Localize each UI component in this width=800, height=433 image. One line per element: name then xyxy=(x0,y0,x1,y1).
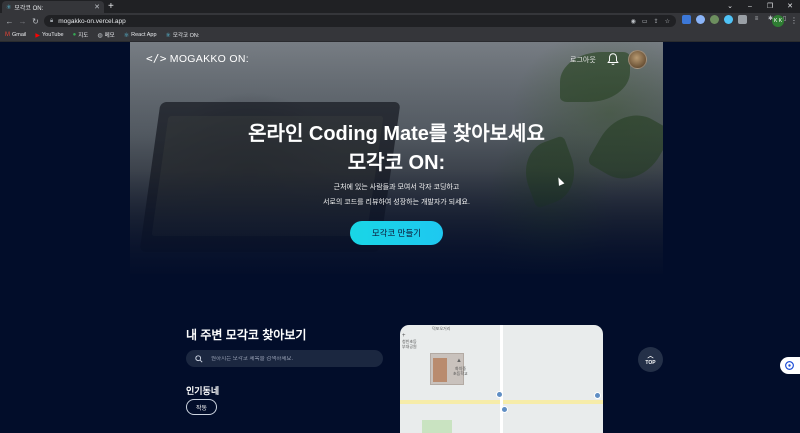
lock-icon[interactable]: 🔒︎ xyxy=(50,18,53,25)
bookmarks-bar: M Gmail ▶ YouTube ● 지도 ◍ 메모 ⚛ React App ⚛ 모각코 ON: xyxy=(0,29,800,42)
profile-avatar[interactable]: K K xyxy=(772,15,784,27)
bookmark-label: Gmail xyxy=(12,32,27,38)
section-title: 내 주변 모각코 찾아보기 xyxy=(186,328,307,342)
hero-subtitle: 근처에 있는 사람들과 모여서 각자 코딩하고 xyxy=(333,184,460,191)
extension-icon[interactable] xyxy=(682,15,691,24)
extension-icon[interactable] xyxy=(738,15,747,24)
map-park xyxy=(422,420,452,433)
search-bar[interactable] xyxy=(186,350,383,367)
browser-toolbar: ← → ↻ 🔒︎ mogakko-on.vercel.app ◉ ▭ ⇪ ☆ ≡… xyxy=(0,13,800,29)
chat-widget[interactable] xyxy=(780,357,800,374)
logo[interactable]: </> MOGAKKO ON: xyxy=(146,52,249,65)
bookmark-label: 지도 xyxy=(78,33,89,39)
reload-icon[interactable]: ↻ xyxy=(29,17,42,26)
bus-stop-icon[interactable] xyxy=(501,406,508,413)
map-view[interactable]: ▲ + 덕포오거리 청빈초등 부대공원 화치중 초등학교 xyxy=(400,325,603,433)
back-icon[interactable]: ← xyxy=(3,17,16,26)
forward-icon[interactable]: → xyxy=(16,17,29,26)
hero-subtitle: 서로의 코드를 리뷰하여 성장하는 개발자가 되세요. xyxy=(323,199,470,206)
camera-icon[interactable]: ▭ xyxy=(642,18,648,25)
more-menu-icon[interactable]: ⋮ xyxy=(790,15,798,27)
browser-tab[interactable]: ⚛ 모각코 ON: ✕ xyxy=(2,1,104,13)
popular-area-label: 인기동네 xyxy=(186,386,220,396)
bus-stop-icon[interactable] xyxy=(496,391,503,398)
web-page: </> MOGAKKO ON: 로그아웃 온라인 Coding Mate를 찾아… xyxy=(0,42,800,433)
maps-icon: ● xyxy=(72,32,77,38)
extension-icon[interactable] xyxy=(710,15,719,24)
bookmark-item[interactable]: ▶ YouTube xyxy=(35,32,63,39)
close-window-icon[interactable]: ✕ xyxy=(780,0,800,13)
scroll-to-top-button[interactable]: ︿ TOP xyxy=(638,347,663,372)
share-icon[interactable]: ⇪ xyxy=(654,18,659,25)
close-tab-icon[interactable]: ✕ xyxy=(94,3,100,11)
top-label: TOP xyxy=(645,359,656,366)
logout-button[interactable]: 로그아웃 xyxy=(570,55,596,65)
react-icon: ⚛ xyxy=(165,32,171,39)
map-label: 덕포오거리 xyxy=(432,326,451,331)
map-field xyxy=(433,358,447,382)
star-icon[interactable]: ☆ xyxy=(665,18,670,25)
map-road xyxy=(500,325,503,433)
school-icon: ▲ xyxy=(456,358,462,364)
youtube-icon: ▶ xyxy=(35,32,40,39)
bookmark-item[interactable]: ◍ 메모 xyxy=(97,31,115,40)
extension-icon[interactable] xyxy=(696,15,705,24)
map-label: 초등학교 xyxy=(453,371,468,376)
window-controls: ⌄ – ❐ ✕ xyxy=(720,0,800,13)
bookmark-label: 메모 xyxy=(104,33,115,39)
new-tab-button[interactable]: + xyxy=(108,1,114,12)
tab-title: 모각코 ON: xyxy=(14,5,44,12)
area-tag-chip[interactable]: 작동 xyxy=(186,399,217,415)
gmail-icon: M xyxy=(5,32,10,38)
bookmark-label: React App xyxy=(131,32,157,38)
map-label: 부대공원 xyxy=(402,344,417,349)
restore-icon[interactable]: ❐ xyxy=(760,0,780,13)
url-text: mogakko-on.vercel.app xyxy=(58,17,126,25)
bell-icon[interactable] xyxy=(606,52,620,66)
extension-icon[interactable] xyxy=(724,15,733,24)
bookmark-item[interactable]: M Gmail xyxy=(5,32,26,38)
bookmark-item[interactable]: ● 지도 xyxy=(73,31,89,39)
code-icon: </> xyxy=(146,52,167,65)
bookmark-item[interactable]: ⚛ React App xyxy=(124,32,157,39)
logo-text: MOGAKKO ON: xyxy=(169,52,249,65)
reading-list-icon[interactable]: ≡ xyxy=(752,15,761,24)
chevron-down-icon[interactable]: ⌄ xyxy=(720,0,740,13)
minimize-icon[interactable]: – xyxy=(740,0,760,13)
address-bar[interactable]: 🔒︎ mogakko-on.vercel.app ◉ ▭ ⇪ ☆ xyxy=(44,15,676,27)
globe-icon: ◍ xyxy=(97,32,103,39)
bookmark-label: YouTube xyxy=(42,32,64,38)
bookmark-label: 모각코 ON: xyxy=(172,33,200,39)
create-mogakko-button[interactable]: 모각코 만들기 xyxy=(350,221,443,245)
search-icon xyxy=(195,354,203,363)
location-icon[interactable]: ◉ xyxy=(631,18,636,25)
react-icon: ⚛ xyxy=(123,32,130,39)
hero-title-brand: 모각코 ON: xyxy=(347,152,446,174)
bus-stop-icon[interactable] xyxy=(594,392,601,399)
browser-tab-strip: ⚛ 모각코 ON: ✕ + ⌄ – ❐ ✕ xyxy=(0,0,800,13)
bookmark-item[interactable]: ⚛ 모각코 ON: xyxy=(165,31,200,40)
hero-title: 온라인 Coding Mate를 찾아보세요 xyxy=(248,123,545,145)
refresh-icon xyxy=(785,361,794,370)
search-input[interactable] xyxy=(211,355,371,362)
avatar[interactable] xyxy=(628,50,647,69)
react-icon: ⚛ xyxy=(6,4,12,11)
